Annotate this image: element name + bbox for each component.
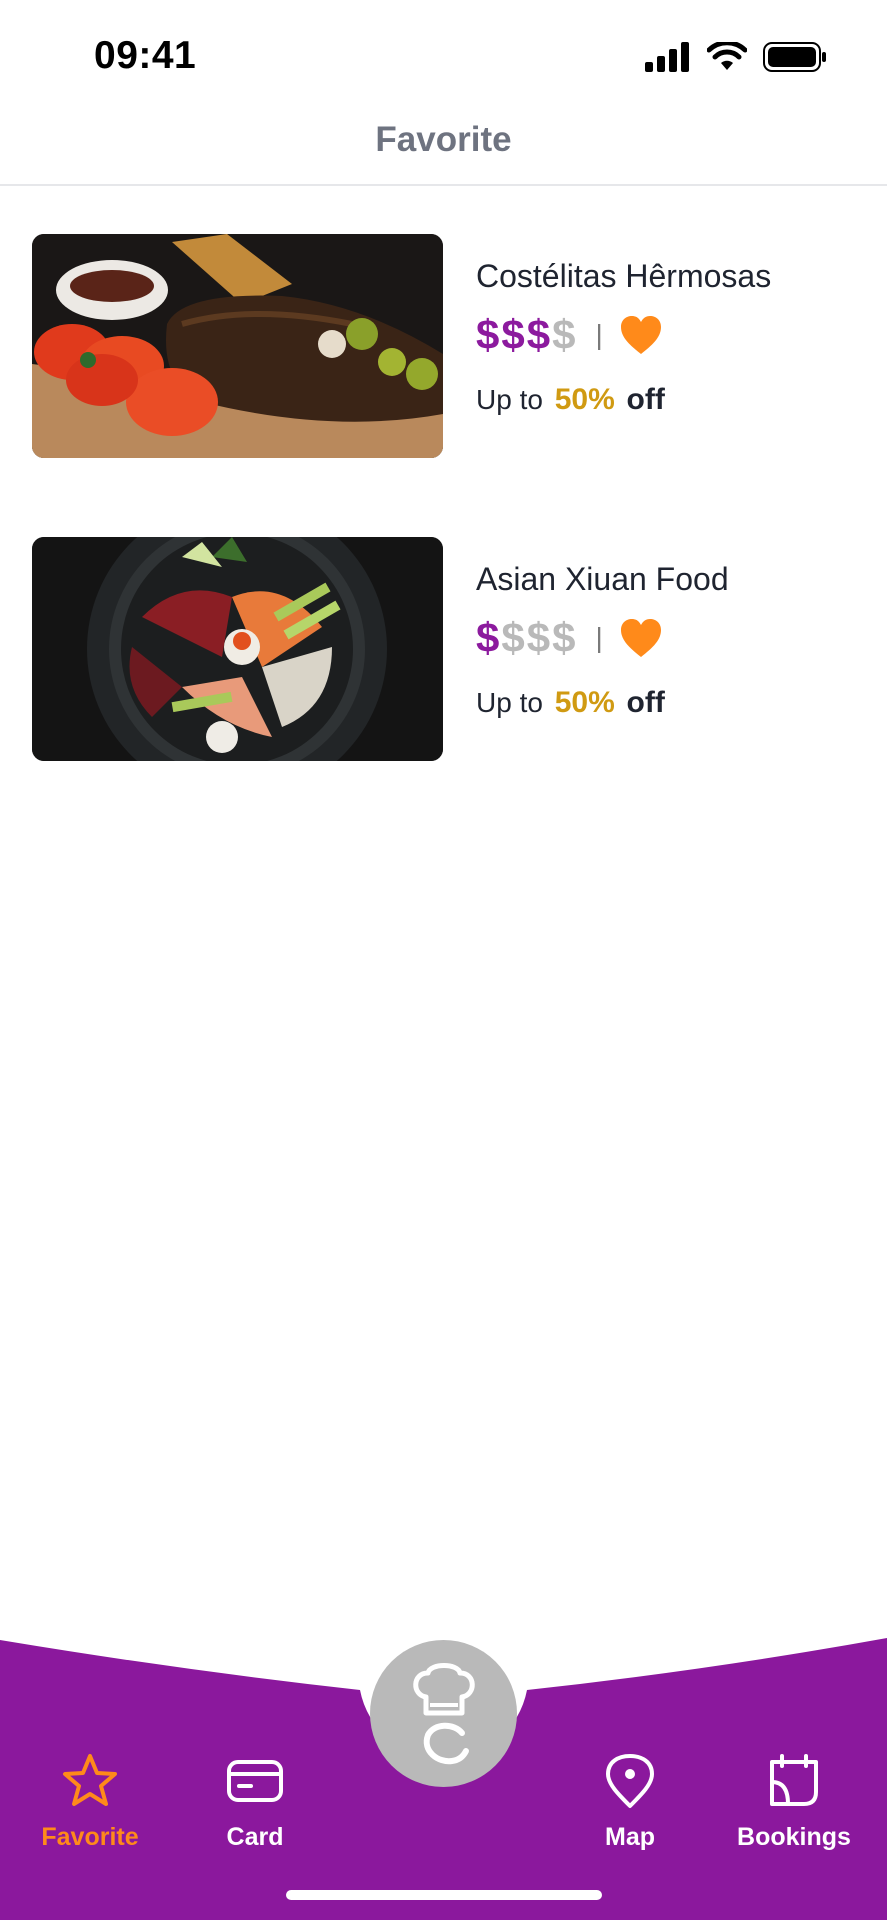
price-separator: | bbox=[595, 622, 603, 653]
price-level-dollar: $ bbox=[552, 614, 576, 661]
card-icon bbox=[227, 1760, 283, 1802]
restaurant-info: Costélitas Hêrmosas $ $ $ $ | Up to 50% … bbox=[476, 234, 856, 417]
tab-bookings[interactable]: Bookings bbox=[714, 1752, 874, 1852]
discount-prefix: Up to bbox=[476, 687, 543, 718]
header-divider bbox=[0, 184, 887, 186]
tab-label: Favorite bbox=[41, 1823, 139, 1851]
price-level-dollar: $ bbox=[476, 311, 500, 358]
tab-favorite[interactable]: Favorite bbox=[10, 1752, 170, 1852]
tab-card[interactable]: Card bbox=[175, 1752, 335, 1852]
favorite-item[interactable]: Costélitas Hêrmosas $ $ $ $ | Up to 50% … bbox=[32, 234, 855, 458]
discount-text: Up to 50% off bbox=[476, 686, 856, 720]
tab-label: Bookings bbox=[737, 1823, 851, 1851]
heart-icon[interactable] bbox=[619, 314, 663, 356]
price-rating-row: $ $ $ $ | bbox=[476, 309, 856, 361]
discount-text: Up to 50% off bbox=[476, 383, 856, 417]
price-rating-row: $ $ $ $ | bbox=[476, 612, 856, 664]
star-icon bbox=[63, 1754, 117, 1806]
discount-value: 50% bbox=[554, 383, 615, 416]
discount-suffix: off bbox=[626, 686, 665, 719]
wifi-icon bbox=[707, 42, 747, 70]
signal-icon bbox=[645, 42, 689, 72]
price-level-dollar: $ bbox=[526, 311, 551, 358]
discount-suffix: off bbox=[626, 383, 665, 416]
status-time: 09:41 bbox=[94, 34, 197, 77]
price-level-dollar: $ bbox=[501, 311, 525, 358]
page-title: Favorite bbox=[375, 120, 512, 159]
bookings-icon bbox=[770, 1754, 818, 1806]
tab-label: Card bbox=[226, 1823, 284, 1851]
status-icons bbox=[645, 42, 827, 72]
restaurant-name: Asian Xiuan Food bbox=[476, 561, 729, 597]
heart-icon[interactable] bbox=[619, 617, 663, 659]
discount-value: 50% bbox=[554, 686, 615, 719]
battery-icon bbox=[763, 42, 826, 72]
map-pin-icon bbox=[606, 1754, 654, 1808]
discount-prefix: Up to bbox=[476, 384, 543, 415]
tab-label: Map bbox=[605, 1823, 655, 1851]
restaurant-name: Costélitas Hêrmosas bbox=[476, 258, 772, 294]
price-separator: | bbox=[595, 319, 603, 350]
favorite-item[interactable]: Asian Xiuan Food $ $ $ $ | Up to 50% off bbox=[32, 537, 855, 761]
chef-hat-icon bbox=[412, 1662, 475, 1764]
restaurant-info: Asian Xiuan Food $ $ $ $ | Up to 50% off bbox=[476, 537, 856, 720]
status-bar: 09:41 bbox=[0, 0, 887, 110]
price-level-dollar: $ bbox=[501, 614, 525, 661]
tab-map[interactable]: Map bbox=[550, 1752, 710, 1852]
price-level-dollar: $ bbox=[476, 614, 500, 661]
price-level-dollar: $ bbox=[552, 311, 576, 358]
price-level-dollar: $ bbox=[526, 614, 551, 661]
chef-button[interactable] bbox=[370, 1640, 517, 1787]
home-indicator[interactable] bbox=[286, 1890, 602, 1900]
restaurant-image[interactable] bbox=[32, 234, 443, 458]
restaurant-image[interactable] bbox=[32, 537, 443, 761]
